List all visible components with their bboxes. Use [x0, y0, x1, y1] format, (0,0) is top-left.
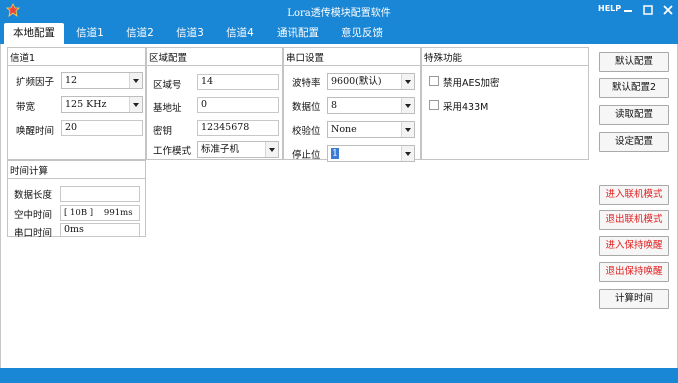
work-mode-label: 工作模式	[153, 146, 192, 157]
help-button[interactable]: HELP	[598, 4, 621, 13]
baud-value: 9600(默认)	[331, 76, 382, 87]
spread-factor-select[interactable]: 12	[61, 72, 143, 89]
stop-bits-value: 1	[331, 148, 340, 159]
read-config-button[interactable]: 读取配置	[599, 105, 669, 125]
tab-channel-2[interactable]: 信道2	[118, 23, 162, 44]
divider	[147, 65, 282, 66]
minimize-icon[interactable]	[620, 1, 636, 19]
special-group: 特殊功能 禁用AES加密 采用433M	[421, 47, 589, 160]
channel-group-title: 信道1	[10, 53, 36, 64]
data-length-label: 数据长度	[14, 190, 53, 201]
parity-label: 校验位	[292, 126, 321, 137]
chevron-down-icon[interactable]	[129, 97, 142, 112]
use-433m-checkbox[interactable]	[429, 100, 439, 110]
work-mode-value: 标准子机	[201, 144, 240, 155]
timing-group-title: 时间计算	[10, 166, 49, 177]
tab-feedback[interactable]: 意见反馈	[332, 23, 392, 44]
key-label: 密钥	[153, 126, 173, 137]
special-group-title: 特殊功能	[424, 53, 463, 64]
chevron-down-icon[interactable]	[129, 73, 142, 88]
local-config-panel: 信道1 扩频因子 12 带宽 125 KHz 唤醒时间 20 区域配置 区域号 …	[0, 44, 678, 368]
serial-time-label: 串口时间	[14, 228, 53, 239]
tab-local-config[interactable]: 本地配置	[4, 23, 64, 44]
divider	[422, 65, 588, 66]
timing-group: 时间计算 数据长度 空中时间 [ 10B ] 991ms 串口时间 0ms	[7, 160, 146, 239]
disable-aes-label[interactable]: 禁用AES加密	[443, 75, 500, 89]
window-title: Lora透传模块配置软件	[287, 8, 391, 19]
default-config2-button[interactable]: 默认配置2	[599, 78, 669, 98]
region-group: 区域配置 区域号 14 基地址 0 密钥 12345678 工作模式 标准子机	[146, 47, 283, 160]
area-id-label: 区域号	[153, 80, 182, 91]
tab-channel-1[interactable]: 信道1	[68, 23, 112, 44]
divider	[284, 65, 420, 66]
set-config-button[interactable]: 设定配置	[599, 132, 669, 152]
default-config-button[interactable]: 默认配置	[599, 52, 669, 72]
wake-time-label: 唤醒时间	[16, 126, 55, 137]
air-time-label: 空中时间	[14, 210, 53, 221]
status-bar	[0, 368, 678, 383]
channel-group: 信道1 扩频因子 12 带宽 125 KHz 唤醒时间 20	[7, 47, 146, 160]
work-mode-select[interactable]: 标准子机	[197, 141, 279, 158]
base-addr-label: 基地址	[153, 103, 182, 114]
spread-factor-value: 12	[65, 75, 78, 86]
data-bits-label: 数据位	[292, 102, 321, 113]
parity-value: None	[331, 124, 357, 135]
maximize-icon[interactable]	[640, 1, 656, 19]
disable-aes-checkbox[interactable]	[429, 76, 439, 86]
tab-bar: 本地配置 信道1 信道2 信道3 信道4 通讯配置 意见反馈	[0, 20, 678, 44]
serial-group-title: 串口设置	[286, 53, 325, 64]
base-addr-input[interactable]: 0	[197, 97, 279, 113]
baud-select[interactable]: 9600(默认)	[327, 73, 415, 90]
calc-time-button[interactable]: 计算时间	[599, 289, 669, 309]
bandwidth-label: 带宽	[16, 102, 36, 113]
close-icon[interactable]	[660, 1, 676, 19]
divider	[8, 178, 145, 179]
bandwidth-value: 125 KHz	[65, 99, 107, 110]
region-group-title: 区域配置	[149, 53, 188, 64]
baud-label: 波特率	[292, 78, 321, 89]
enter-online-mode-button[interactable]: 进入联机模式	[599, 185, 669, 205]
exit-keep-wake-button[interactable]: 退出保持唤醒	[599, 262, 669, 282]
tab-comm-config[interactable]: 通讯配置	[268, 23, 328, 44]
chevron-down-icon[interactable]	[265, 142, 278, 157]
serial-time-value: 0ms	[60, 223, 140, 237]
key-input[interactable]: 12345678	[197, 120, 279, 136]
data-length-input[interactable]	[60, 186, 140, 202]
wake-time-input[interactable]: 20	[61, 120, 143, 136]
data-bits-select[interactable]: 8	[327, 97, 415, 114]
enter-keep-wake-button[interactable]: 进入保持唤醒	[599, 236, 669, 256]
spread-factor-label: 扩频因子	[16, 77, 55, 88]
chevron-down-icon[interactable]	[401, 146, 414, 161]
exit-online-mode-button[interactable]: 退出联机模式	[599, 210, 669, 230]
bandwidth-select[interactable]: 125 KHz	[61, 96, 143, 113]
air-time-value: [ 10B ] 991ms	[60, 205, 140, 221]
serial-group: 串口设置 波特率 9600(默认) 数据位 8 校验位 None 停止位 1	[283, 47, 421, 162]
chevron-down-icon[interactable]	[401, 98, 414, 113]
stop-bits-select[interactable]: 1	[327, 145, 415, 162]
area-id-input[interactable]: 14	[197, 74, 279, 90]
data-bits-value: 8	[331, 100, 338, 111]
tab-channel-3[interactable]: 信道3	[168, 23, 212, 44]
parity-select[interactable]: None	[327, 121, 415, 138]
chevron-down-icon[interactable]	[401, 74, 414, 89]
divider	[8, 65, 145, 66]
tab-channel-4[interactable]: 信道4	[218, 23, 262, 44]
chevron-down-icon[interactable]	[401, 122, 414, 137]
stop-bits-label: 停止位	[292, 150, 321, 161]
title-bar: Lora透传模块配置软件 HELP	[0, 0, 678, 20]
use-433m-label[interactable]: 采用433M	[443, 99, 488, 113]
